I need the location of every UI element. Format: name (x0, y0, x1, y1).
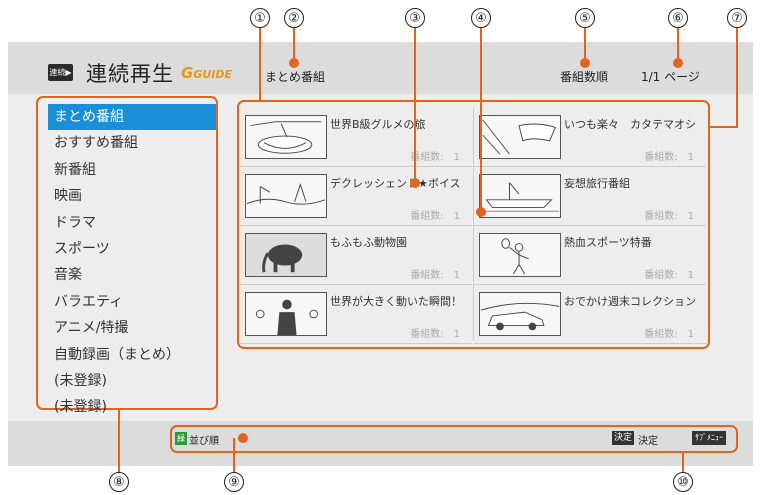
program-count: 番組数: 1 (410, 270, 460, 281)
callout-2: ② (284, 8, 304, 28)
sort-order-label: 番組数順 (560, 70, 609, 84)
callout-leader (293, 28, 295, 62)
menu-item-new[interactable]: 新番組 (48, 157, 216, 183)
menu-item-anime[interactable]: アニメ/特撮 (48, 315, 216, 341)
callout-leader (118, 410, 120, 472)
tennis-thumbnail-icon (479, 233, 561, 277)
menu-item-sports[interactable]: スポーツ (48, 236, 216, 262)
menu-item-unregistered-2[interactable]: (未登録) (48, 394, 216, 420)
gguide-logo: GGUIDE (181, 64, 233, 82)
callout-leader (414, 28, 416, 183)
callout-leader (736, 28, 738, 128)
menu-item-variety[interactable]: バラエティ (48, 289, 216, 315)
submenu-key-icon[interactable]: ｻﾌﾞﾒﾆｭｰ (692, 431, 726, 445)
program-tile[interactable]: 世界が大きく動いた瞬間！ 番組数: 1 (240, 285, 472, 344)
food-thumbnail-icon (245, 115, 327, 159)
program-count: 番組数: 1 (644, 152, 694, 163)
program-tile[interactable]: 妄想旅行番組 番組数: 1 (474, 167, 706, 226)
menu-item-music[interactable]: 音楽 (48, 262, 216, 288)
callout-3: ③ (405, 8, 425, 28)
menu-item-unregistered-1[interactable]: (未登録) (48, 368, 216, 394)
green-key-icon[interactable]: 緑 (175, 432, 187, 445)
callout-9: ⑨ (224, 472, 244, 492)
program-tile[interactable]: いつも楽々 カタテマオシ 番組数: 1 (474, 108, 706, 167)
program-title: デクレッシェンド★ボイス (330, 177, 461, 190)
car-thumbnail-icon (479, 292, 561, 336)
callout-6: ⑥ (668, 8, 688, 28)
program-tile[interactable]: 熱血スポーツ特番 番組数: 1 (474, 226, 706, 285)
program-count: 番組数: 1 (410, 211, 460, 222)
callout-1: ① (250, 8, 270, 28)
program-count: 番組数: 1 (644, 270, 694, 281)
program-tile[interactable]: デクレッシェンド★ボイス 番組数: 1 (240, 167, 472, 226)
speech-thumbnail-icon (245, 292, 327, 336)
program-count: 番組数: 1 (410, 152, 460, 163)
program-tile[interactable]: もふもふ動物園 番組数: 1 (240, 226, 472, 285)
callout-leader (682, 453, 684, 473)
program-tile[interactable]: 世界B級グルメの旅 番組数: 1 (240, 108, 472, 167)
breadcrumb: まとめ番組 (265, 70, 326, 84)
callout-leader (710, 126, 738, 128)
program-title: 妄想旅行番組 (564, 177, 630, 190)
callout-10: ⑩ (673, 472, 693, 492)
callout-leader (677, 28, 679, 62)
program-title: もふもふ動物園 (330, 236, 407, 249)
program-title: いつも楽々 カタテマオシ (564, 118, 696, 131)
sort-hint-label: 並び順 (189, 436, 219, 447)
callout-dot (238, 433, 248, 443)
callout-dot (673, 58, 683, 68)
menu-item-movie[interactable]: 映画 (48, 183, 216, 209)
callout-dot (580, 58, 590, 68)
program-count: 番組数: 1 (644, 211, 694, 222)
callout-leader (480, 28, 482, 212)
menu-item-drama[interactable]: ドラマ (48, 210, 216, 236)
callout-leader (584, 28, 586, 62)
enter-hint-label: 決定 (638, 436, 658, 447)
menu-item-auto-record[interactable]: 自動録画（まとめ） (48, 342, 216, 368)
menu-item-recommended[interactable]: おすすめ番組 (48, 130, 216, 156)
enter-key-icon[interactable]: 決定 (612, 431, 634, 445)
program-title: 熱血スポーツ特番 (564, 236, 652, 249)
callout-dot (289, 58, 299, 68)
cleaning-thumbnail-icon (479, 115, 561, 159)
callout-8: ⑧ (109, 472, 129, 492)
program-count: 番組数: 1 (410, 329, 460, 340)
landscape-thumbnail-icon (245, 174, 327, 218)
elephant-thumbnail-icon (245, 233, 327, 277)
ship-thumbnail-icon (479, 174, 561, 218)
program-tile[interactable]: おでかけ週末コレクション 番組数: 1 (474, 285, 706, 344)
program-grid: 世界B級グルメの旅 番組数: 1 いつも楽々 カタテマオシ 番組数: 1 デクレ… (240, 108, 706, 344)
program-title: 世界B級グルメの旅 (330, 118, 426, 131)
callout-dot (410, 178, 420, 188)
callout-leader (233, 438, 235, 472)
category-menu: まとめ番組 おすすめ番組 新番組 映画 ドラマ スポーツ 音楽 バラエティ アニ… (48, 104, 216, 421)
callout-7: ⑦ (727, 8, 747, 28)
callout-4: ④ (471, 8, 491, 28)
menu-item-matome[interactable]: まとめ番組 (48, 104, 216, 131)
callout-5: ⑤ (575, 8, 595, 28)
page-indicator: 1/1 ページ (641, 70, 700, 84)
continuous-play-icon: 連続▶ (48, 64, 73, 81)
page-title: 連続再生 (86, 62, 174, 86)
program-title: 世界が大きく動いた瞬間！ (330, 295, 462, 308)
program-title: おでかけ週末コレクション (564, 295, 696, 308)
callout-leader (259, 28, 261, 100)
program-count: 番組数: 1 (644, 329, 694, 340)
callout-dot (476, 207, 486, 217)
